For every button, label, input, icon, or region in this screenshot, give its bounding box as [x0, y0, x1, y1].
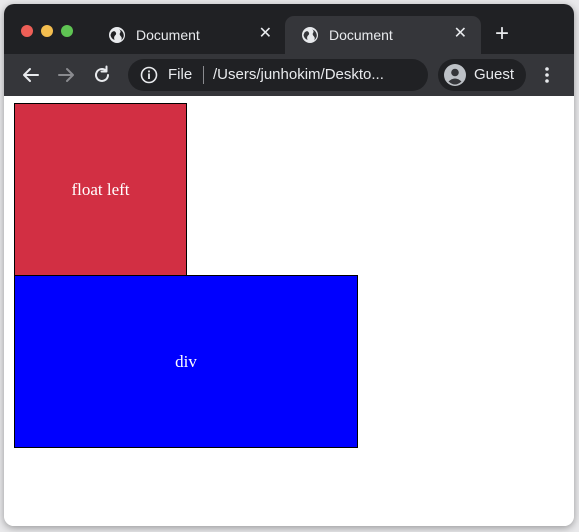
browser-window: Document ✕ Document ✕ + File /Users/junh…	[4, 4, 574, 526]
close-window-button[interactable]	[21, 25, 33, 37]
url-separator	[203, 66, 204, 84]
url-scheme-label: File	[168, 66, 193, 83]
tab-close-icon[interactable]: ✕	[259, 24, 272, 44]
reload-icon[interactable]	[91, 64, 113, 86]
address-bar[interactable]: File /Users/junhokim/Deskto...	[128, 59, 428, 91]
globe-icon	[302, 27, 318, 43]
kebab-menu-icon[interactable]	[539, 64, 555, 86]
back-arrow-icon[interactable]	[20, 64, 42, 86]
toolbar: File /Users/junhokim/Deskto... Guest	[4, 54, 574, 96]
new-tab-button[interactable]: +	[490, 19, 514, 49]
guest-avatar-icon	[444, 64, 466, 86]
zoom-window-button[interactable]	[61, 25, 73, 37]
tab-document-1[interactable]: Document ✕	[92, 16, 286, 54]
page-viewport: float left div	[4, 96, 574, 526]
float-left-label: float left	[71, 179, 130, 199]
minimize-window-button[interactable]	[41, 25, 53, 37]
tab-close-icon[interactable]: ✕	[454, 24, 467, 44]
tab-title: Document	[136, 27, 200, 43]
globe-icon	[109, 27, 125, 43]
profile-name: Guest	[474, 66, 515, 83]
profile-button[interactable]: Guest	[438, 59, 526, 91]
div-label: div	[175, 351, 197, 371]
tab-document-2[interactable]: Document ✕	[285, 16, 481, 54]
forward-arrow-icon[interactable]	[55, 64, 77, 86]
float-left-box: float left	[14, 103, 187, 276]
tab-title: Document	[329, 27, 393, 43]
tab-strip: Document ✕ Document ✕ +	[4, 4, 574, 54]
info-icon[interactable]	[140, 66, 158, 84]
div-box: div	[14, 275, 358, 448]
url-text[interactable]: /Users/junhokim/Deskto...	[213, 66, 384, 84]
